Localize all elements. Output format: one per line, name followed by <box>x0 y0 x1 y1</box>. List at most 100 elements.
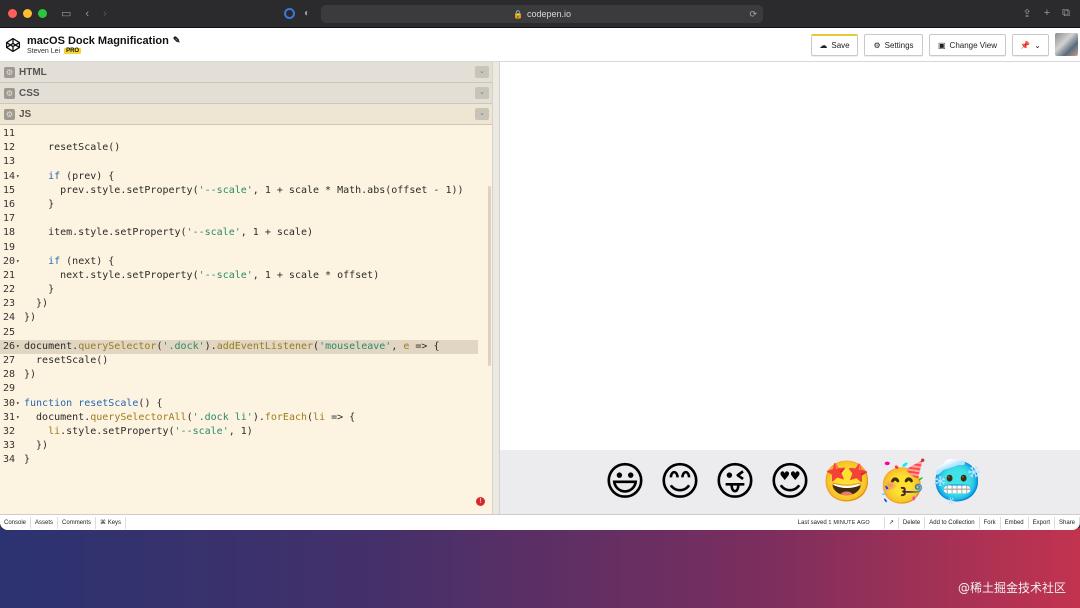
css-panel-header[interactable]: ⚙ CSS ⌄ <box>0 83 492 104</box>
code-line[interactable]: 18 item.style.setProperty('--scale', 1 +… <box>0 226 492 240</box>
fold-arrow-icon[interactable]: ▾ <box>16 170 20 184</box>
change-view-button[interactable]: ▣ Change View <box>929 34 1006 56</box>
code-line[interactable]: 12 resetScale() <box>0 141 492 155</box>
code-line[interactable]: 19 <box>0 241 492 255</box>
code-line[interactable]: 32 li.style.setProperty('--scale', 1) <box>0 425 492 439</box>
save-label: Save <box>831 41 850 50</box>
dock-emoji-item[interactable]: 😜 <box>712 459 758 505</box>
panel-settings-icon[interactable]: ⚙ <box>4 66 15 78</box>
fold-arrow-icon[interactable]: ▾ <box>16 340 20 354</box>
code-text: } <box>24 198 55 210</box>
css-panel-label: CSS <box>19 87 40 99</box>
new-tab-icon[interactable]: + <box>1044 7 1050 20</box>
code-text: resetScale() <box>24 355 109 366</box>
pane-resizer[interactable] <box>492 62 500 514</box>
code-text: } <box>24 284 55 296</box>
sidebar-icon[interactable]: ▭ <box>61 7 71 20</box>
fold-arrow-icon[interactable]: ▾ <box>16 397 20 411</box>
line-number: 15 <box>3 184 16 196</box>
dock-emoji-item[interactable]: 🤩 <box>822 459 872 505</box>
footer-assets-button[interactable]: Assets <box>31 516 59 529</box>
zoom-window-button[interactable] <box>38 9 47 18</box>
forward-icon[interactable]: › <box>103 8 107 20</box>
code-line[interactable]: 31 ▾ document.querySelectorAll('.dock li'… <box>0 411 492 425</box>
code-line[interactable]: 14 ▾ if (prev) { <box>0 170 492 184</box>
code-line[interactable]: 24}) <box>0 311 492 325</box>
html-panel-header[interactable]: ⚙ HTML ⌄ <box>0 62 492 83</box>
code-line[interactable]: 13 <box>0 155 492 169</box>
line-number: 30 <box>3 397 16 409</box>
error-indicator-icon[interactable]: ! <box>476 497 485 506</box>
code-line[interactable]: 23 }) <box>0 297 492 311</box>
code-text: item.style.setProperty('--scale', 1 + sc… <box>24 227 313 239</box>
dock-emoji-item[interactable]: 😍 <box>767 459 813 505</box>
code-line[interactable]: 16 } <box>0 198 492 212</box>
panel-settings-icon[interactable]: ⚙ <box>4 87 15 99</box>
pen-author[interactable]: Steven Lei <box>27 48 60 55</box>
privacy-shield-icon[interactable] <box>284 8 295 19</box>
js-code-area[interactable]: 11 12 resetScale() 13 14 ▾ if (prev) {15 pre… <box>0 125 492 514</box>
code-line[interactable]: 25 <box>0 326 492 340</box>
footer-export-button[interactable]: Export <box>1029 516 1055 529</box>
code-text: }) <box>24 298 49 310</box>
footer-embed-button[interactable]: Embed <box>1001 516 1029 529</box>
footer-delete-button[interactable]: Delete <box>899 516 926 529</box>
fold-arrow-icon[interactable]: ▾ <box>16 255 20 269</box>
footer-console-button[interactable]: Console <box>0 516 32 529</box>
dock-emoji-item[interactable]: 😊 <box>657 459 703 505</box>
edit-pencil-icon[interactable]: ✎ <box>173 35 181 46</box>
footer-comments-button[interactable]: Comments <box>58 516 97 529</box>
pen-title[interactable]: macOS Dock Magnification <box>27 35 169 47</box>
chevron-down-icon[interactable]: ⌄ <box>475 108 489 120</box>
code-line[interactable]: 20 ▾ if (next) { <box>0 255 492 269</box>
line-number: 34 <box>3 454 16 466</box>
open-external-icon[interactable]: ↗ <box>883 516 899 529</box>
code-text: next.style.setProperty('--scale', 1 + sc… <box>24 269 380 281</box>
line-number: 23 <box>3 298 16 310</box>
fold-arrow-icon[interactable]: ▾ <box>16 411 20 425</box>
code-line[interactable]: 15 prev.style.setProperty('--scale', 1 +… <box>0 184 492 198</box>
back-icon[interactable]: ‹ <box>85 8 89 20</box>
code-line[interactable]: 21 next.style.setProperty('--scale', 1 +… <box>0 269 492 283</box>
code-line[interactable]: 26 ▾ document.querySelector('.dock').addEv… <box>0 339 478 354</box>
code-line[interactable]: 17 <box>0 212 492 226</box>
share-icon[interactable]: ⇪ <box>1022 7 1031 20</box>
editor-scrollbar[interactable] <box>488 186 491 366</box>
line-number: 12 <box>3 142 16 154</box>
dock-emoji-item[interactable]: 🥳 <box>877 459 927 505</box>
chevron-down-icon[interactable]: ⌄ <box>475 66 489 78</box>
codepen-header: macOS Dock Magnification ✎ Steven Lei PRO … <box>0 28 1080 62</box>
code-text: } <box>24 454 31 466</box>
dock-emoji-item[interactable]: 🥶 <box>932 459 982 505</box>
panel-settings-icon[interactable]: ⚙ <box>4 108 15 120</box>
dock-emoji-item[interactable]: 😃 <box>602 459 648 505</box>
footer-share-button[interactable]: Share <box>1055 516 1080 529</box>
code-line[interactable]: 34} <box>0 453 492 467</box>
footer-add-to-collection-button[interactable]: Add to Collection <box>925 516 980 529</box>
reload-icon[interactable]: ⟳ <box>749 9 757 20</box>
codepen-logo-icon[interactable] <box>5 37 21 53</box>
pin-menu-button[interactable]: 📌 ⌄ <box>1012 34 1049 56</box>
tab-overview-icon[interactable]: ⧉ <box>1062 7 1070 20</box>
code-line[interactable]: 30 ▾ function resetScale() { <box>0 397 492 411</box>
minimize-window-button[interactable] <box>23 9 32 18</box>
close-window-button[interactable] <box>8 9 17 18</box>
footer-keys-button[interactable]: ⌘ Keys <box>96 516 127 529</box>
code-line[interactable]: 33 }) <box>0 439 492 453</box>
code-line[interactable]: 28}) <box>0 368 492 382</box>
save-button[interactable]: ☁ Save <box>811 34 858 56</box>
code-line[interactable]: 27 resetScale() <box>0 354 492 368</box>
line-number: 31 <box>3 411 16 423</box>
js-panel-header[interactable]: ⚙ JS ⌄ <box>0 104 492 125</box>
privacy-report-icon[interactable]: ◐ <box>304 8 310 19</box>
code-line[interactable]: 29 <box>0 382 492 396</box>
settings-button[interactable]: ⚙ Settings <box>864 34 923 56</box>
line-number: 25 <box>3 326 16 338</box>
lock-icon: 🔒 <box>512 9 523 19</box>
user-avatar[interactable] <box>1055 33 1078 56</box>
address-bar[interactable]: 🔒 codepen.io ⟳ <box>321 5 763 23</box>
chevron-down-icon[interactable]: ⌄ <box>475 87 489 99</box>
footer-fork-button[interactable]: Fork <box>980 516 1001 529</box>
code-line[interactable]: 11 <box>0 127 492 141</box>
code-line[interactable]: 22 } <box>0 283 492 297</box>
